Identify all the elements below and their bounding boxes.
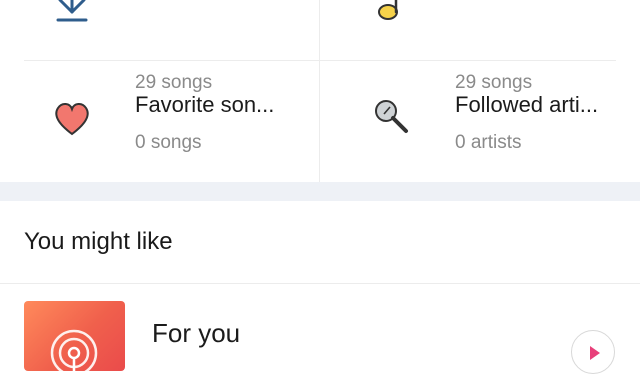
grid-divider-horizontal	[24, 60, 616, 61]
radio-broadcast-icon	[50, 329, 98, 371]
play-icon	[590, 346, 600, 360]
cover-art	[24, 301, 125, 371]
tile-title: Followed arti...	[455, 92, 599, 117]
grid-divider-vertical	[319, 0, 320, 182]
heart-icon	[55, 103, 89, 136]
tile-subtitle: 0 artists	[455, 132, 522, 153]
tile-favorite-songs[interactable]: Favorite son... 0 songs	[0, 0, 320, 153]
section-divider	[0, 283, 640, 284]
tile-followed-artists[interactable]: Followed arti... 0 artists	[320, 0, 640, 153]
microphone-icon	[375, 100, 408, 133]
tile-subtitle: 0 songs	[135, 132, 202, 153]
tile-title: Favorite son...	[135, 92, 275, 117]
recommendation-title: For you	[152, 318, 241, 348]
section-separator	[0, 182, 640, 201]
section-title: You might like	[24, 228, 173, 255]
play-button[interactable]	[571, 330, 615, 374]
library-grid: 29 songs 29 songs Favorite son... 0 song…	[0, 0, 640, 182]
